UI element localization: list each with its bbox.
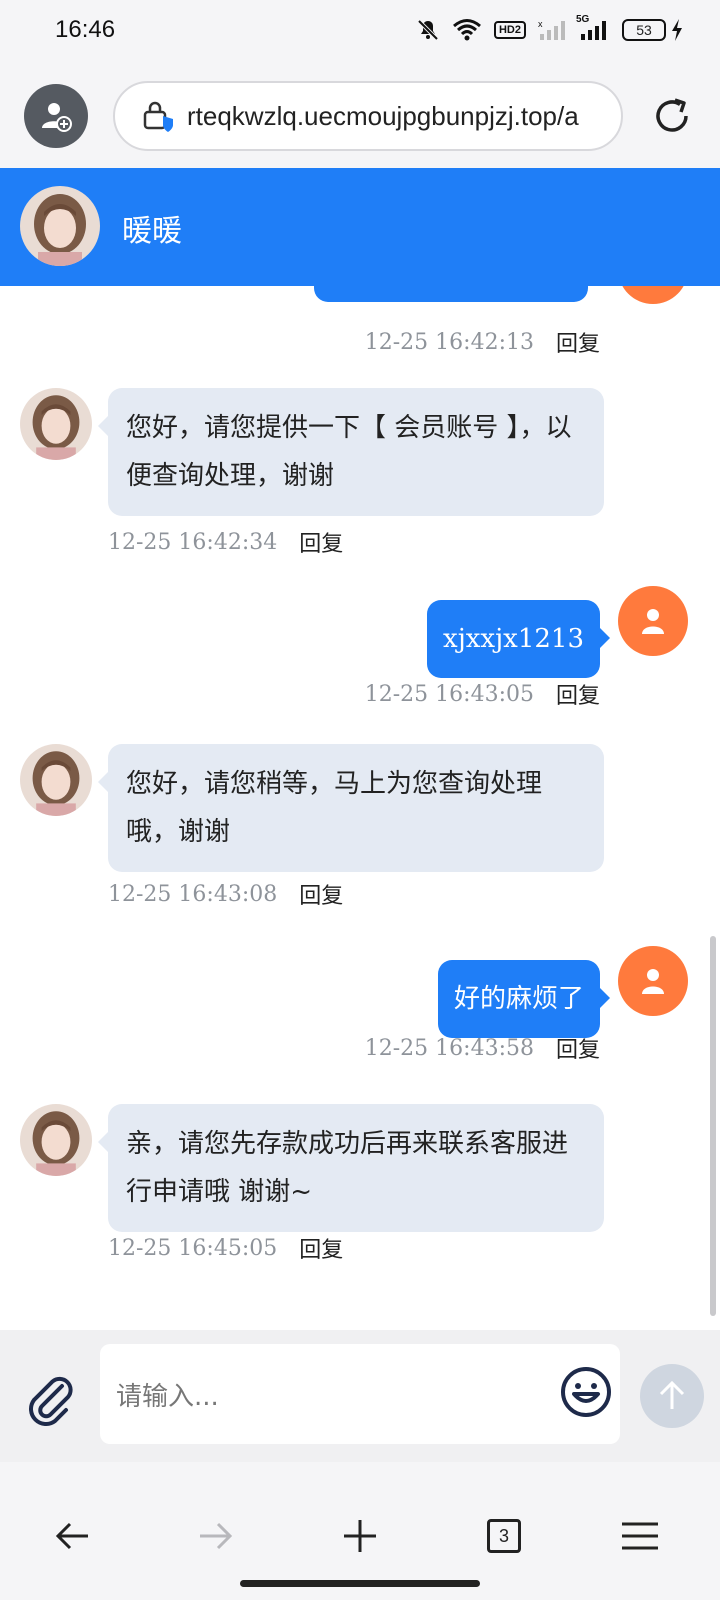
forward-arrow-icon — [200, 1522, 233, 1550]
profile-button[interactable] — [24, 84, 88, 148]
message-timestamp: 12-25 16:43:05 — [364, 681, 534, 707]
user-avatar — [618, 946, 688, 1016]
browser-bottom-nav: 3 — [0, 1462, 720, 1600]
signal-5g-icon: 5G — [576, 14, 610, 42]
back-arrow-icon — [55, 1522, 88, 1550]
tabs-button[interactable]: 3 — [480, 1512, 528, 1560]
message-bubble-partial — [314, 286, 588, 302]
shield-lock-icon[interactable] — [141, 100, 175, 138]
message-meta: 12-25 16:42:13 回复 — [365, 326, 600, 358]
status-time: 16:46 — [55, 16, 116, 43]
status-bar: 16:46 HD2 x 5G 53 — [0, 0, 720, 66]
smiley-icon — [561, 1367, 611, 1417]
person-icon — [642, 609, 664, 634]
menu-button[interactable] — [616, 1512, 664, 1560]
network-label: 5G — [576, 14, 590, 25]
message-input-bar: 请输入... — [0, 1330, 720, 1462]
svg-text:x: x — [538, 19, 543, 29]
agent-avatar — [20, 388, 92, 460]
url-text: rteqkwzlq.uecmoujpgbunpjzj.top/a — [187, 101, 579, 131]
reload-button[interactable] — [650, 94, 694, 138]
message-timestamp: 12-25 16:43:58 — [364, 1035, 534, 1061]
plus-icon — [344, 1520, 376, 1552]
address-bar[interactable]: rteqkwzlq.uecmoujpgbunpjzj.top/a — [113, 81, 623, 151]
message-bubble: 您好，请您提供一下【 会员账号 】，以便查询处理，谢谢 — [98, 388, 604, 516]
reply-link[interactable]: 回复 — [299, 878, 343, 910]
message-bubble: xjxxjx1213 — [427, 600, 610, 678]
person-icon — [642, 969, 664, 994]
message-meta: 12-25 16:43:58 回复 — [365, 1032, 600, 1064]
message-meta: 12-25 16:42:34 回复 — [108, 526, 343, 558]
chat-title: 暖暖 — [122, 214, 182, 249]
charging-bolt-icon — [670, 18, 684, 42]
battery-icon: 53 — [622, 19, 666, 41]
attach-button[interactable] — [22, 1370, 78, 1426]
back-button[interactable] — [48, 1512, 96, 1560]
chat-header: 暖暖 — [0, 168, 720, 286]
reply-link[interactable]: 回复 — [556, 1032, 600, 1064]
user-avatar — [618, 286, 688, 304]
mute-bell-icon — [416, 18, 440, 42]
input-placeholder: 请输入... — [116, 1382, 219, 1412]
reply-link[interactable]: 回复 — [556, 326, 600, 358]
message-bubble: 您好，请您稍等，马上为您查询处理哦，谢谢 — [98, 744, 604, 872]
scrollbar[interactable] — [710, 936, 716, 1316]
user-avatar — [618, 586, 688, 656]
message-timestamp: 12-25 16:45:05 — [108, 1235, 278, 1261]
message-timestamp: 12-25 16:42:34 — [108, 529, 278, 555]
browser-toolbar: rteqkwzlq.uecmoujpgbunpjzj.top/a — [0, 66, 720, 168]
new-tab-button[interactable] — [336, 1512, 384, 1560]
forward-button[interactable] — [192, 1512, 240, 1560]
paperclip-icon — [29, 1376, 73, 1426]
message-meta: 12-25 16:43:08 回复 — [108, 878, 343, 910]
send-button[interactable] — [640, 1364, 704, 1428]
reply-link[interactable]: 回复 — [299, 526, 343, 558]
menu-icon — [622, 1522, 658, 1550]
person-add-icon — [42, 103, 72, 132]
home-indicator[interactable] — [240, 1580, 480, 1587]
reply-link[interactable]: 回复 — [556, 678, 600, 710]
message-bubble: 好的麻烦了 — [437, 960, 611, 1038]
reply-link[interactable]: 回复 — [299, 1232, 343, 1264]
message-timestamp: 12-25 16:42:13 — [364, 329, 534, 355]
agent-avatar — [20, 744, 92, 816]
message-timestamp: 12-25 16:43:08 — [108, 881, 278, 907]
agent-avatar — [20, 1104, 92, 1176]
tabs-icon: 3 — [487, 1519, 521, 1553]
reload-icon — [656, 98, 688, 132]
arrow-up-icon — [659, 1380, 685, 1409]
message-meta: 12-25 16:43:05 回复 — [365, 678, 600, 710]
message-input[interactable]: 请输入... — [100, 1344, 620, 1444]
hd-badge: HD2 — [493, 21, 526, 39]
emoji-button[interactable] — [558, 1364, 614, 1420]
signal-off-icon: x — [538, 18, 566, 42]
wifi-icon — [452, 18, 482, 42]
status-icons: HD2 x 5G 53 — [416, 14, 684, 42]
agent-avatar — [20, 186, 100, 266]
message-meta: 12-25 16:45:05 回复 — [108, 1232, 343, 1264]
message-bubble: 亲，请您先存款成功后再来联系客服进行申请哦 谢谢~ — [98, 1104, 604, 1232]
chat-messages[interactable]: 12-25 16:42:13 回复 您好，请您提供一下【 会员账号 】，以便查询… — [0, 286, 720, 1330]
